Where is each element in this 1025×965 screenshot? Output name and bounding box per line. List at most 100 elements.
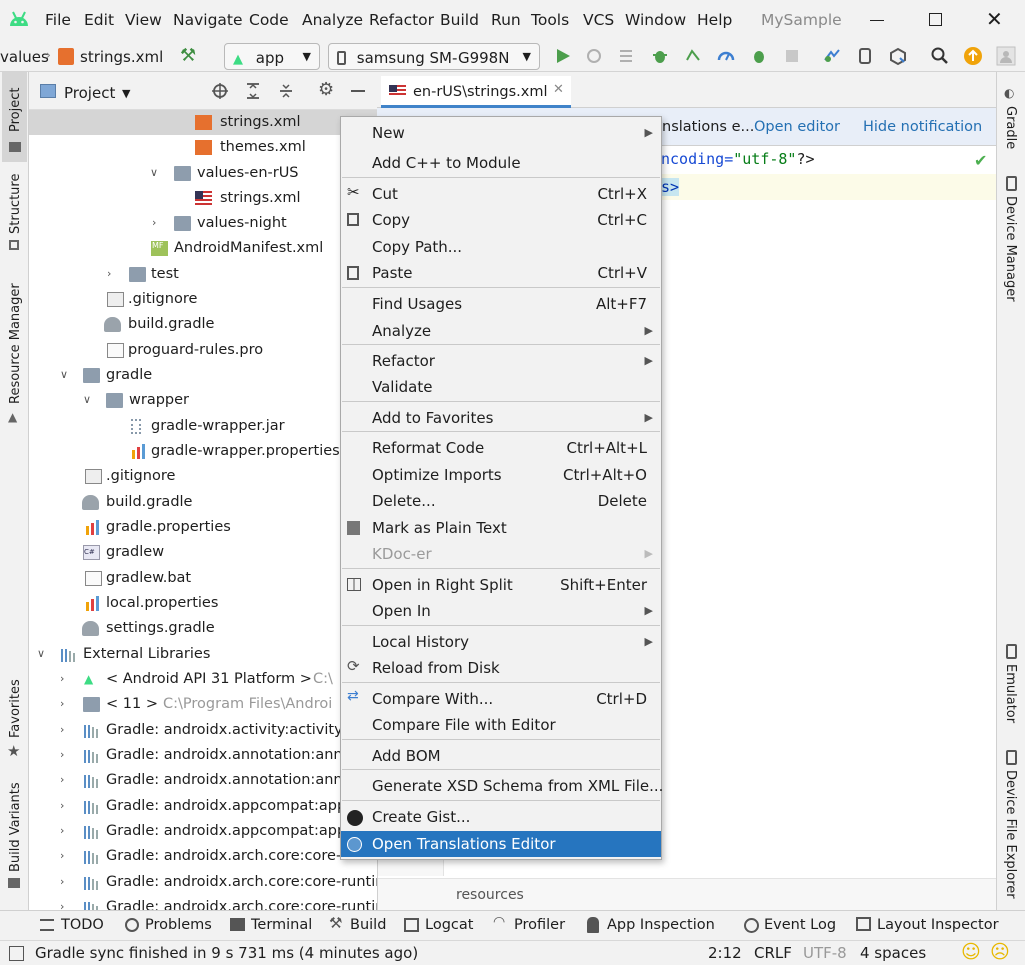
chevron-down-icon[interactable]: ∨: [37, 647, 45, 660]
tree-item-themes-xml[interactable]: themes.xml: [29, 135, 377, 160]
happy-face-icon[interactable]: ☺: [961, 941, 981, 963]
tree-item-build-gradle[interactable]: build.gradle: [29, 312, 377, 337]
account-icon[interactable]: [996, 46, 1016, 66]
resource-manager-tool-tab[interactable]: Resource Manager: [8, 283, 23, 404]
close-icon[interactable]: ✕: [553, 82, 564, 97]
tree-item-library[interactable]: › Gradle: androidx.arch.core:core-runtim…: [29, 870, 377, 895]
device-manager-icon[interactable]: [855, 46, 875, 66]
tree-item-values-night[interactable]: › values-night: [29, 211, 377, 236]
sync-gradle-icon[interactable]: [822, 46, 842, 66]
favorites-tool-tab[interactable]: Favorites: [8, 679, 23, 738]
menu-build[interactable]: Build: [440, 11, 479, 29]
app-inspection-tab[interactable]: App Inspection: [607, 917, 715, 933]
tree-item-gitignore[interactable]: .gitignore: [29, 287, 377, 312]
emulator-tool-tab[interactable]: Emulator: [1003, 664, 1018, 723]
build-tab[interactable]: Build: [350, 917, 386, 933]
layout-inspector-tab[interactable]: Layout Inspector: [877, 917, 999, 933]
chevron-down-icon[interactable]: ∨: [150, 166, 158, 179]
tree-item-library[interactable]: › Gradle: androidx.activity:activity:1.2: [29, 718, 377, 743]
chevron-down-icon[interactable]: ▼: [122, 87, 130, 100]
menu-item-mark-plain-text[interactable]: Mark as Plain Text: [341, 515, 661, 541]
chevron-right-icon[interactable]: ›: [60, 849, 64, 862]
chevron-down-icon[interactable]: ∨: [60, 368, 68, 381]
tree-item-gradlew-bat[interactable]: gradlew.bat: [29, 566, 377, 591]
profile-icon[interactable]: [716, 46, 736, 66]
chevron-right-icon[interactable]: ›: [152, 216, 156, 229]
menu-item-local-history[interactable]: Local History ▶: [341, 629, 661, 655]
menu-run[interactable]: Run: [491, 11, 521, 29]
menu-item-add-bom[interactable]: Add BOM: [341, 743, 661, 769]
tree-item-library[interactable]: › Gradle: androidx.arch.core:core-runtim…: [29, 895, 377, 910]
coverage-icon[interactable]: [683, 46, 703, 66]
close-icon[interactable]: ✕: [986, 7, 1003, 31]
menu-tools[interactable]: Tools: [531, 11, 569, 29]
editor-breadcrumb[interactable]: resources: [456, 887, 524, 903]
tree-item-manifest[interactable]: MF AndroidManifest.xml: [29, 236, 377, 261]
tree-item-wrapper-jar[interactable]: gradle-wrapper.jar: [29, 414, 377, 439]
menu-edit[interactable]: Edit: [84, 11, 114, 29]
hide-notification-link[interactable]: Hide notification: [863, 119, 982, 135]
menu-analyze[interactable]: Analyze: [302, 11, 363, 29]
menu-navigate[interactable]: Navigate: [173, 11, 243, 29]
tree-item-strings-xml[interactable]: strings.xml: [29, 110, 377, 135]
tree-item-gradle-folder[interactable]: ∨ gradle: [29, 363, 377, 388]
expand-all-icon[interactable]: [244, 82, 262, 100]
open-editor-link[interactable]: Open editor: [754, 119, 840, 135]
update-icon[interactable]: [963, 46, 983, 66]
tree-item-library[interactable]: › Gradle: androidx.arch.core:core-comm: [29, 844, 377, 869]
device-select[interactable]: samsung SM-G998N ▼: [328, 43, 540, 70]
todo-tab[interactable]: TODO: [61, 917, 104, 933]
caret-position[interactable]: 2:12: [708, 944, 742, 962]
chevron-down-icon[interactable]: ∨: [83, 393, 91, 406]
tree-item-android-api[interactable]: › ▲ < Android API 31 Platform > C:\: [29, 667, 377, 692]
menu-item-paste[interactable]: Paste Ctrl+V: [341, 260, 661, 286]
indent-setting[interactable]: 4 spaces: [860, 944, 926, 962]
menu-window[interactable]: Window: [625, 11, 686, 29]
tree-item-library[interactable]: › Gradle: androidx.annotation:annota: [29, 768, 377, 793]
search-icon[interactable]: [930, 46, 950, 66]
menu-item-refactor[interactable]: Refactor ▶: [341, 348, 661, 374]
tree-item-root-build-gradle[interactable]: build.gradle: [29, 490, 377, 515]
tree-item-proguard[interactable]: proguard-rules.pro: [29, 338, 377, 363]
sad-face-icon[interactable]: ☹: [990, 941, 1010, 963]
tree-item-jdk[interactable]: › < 11 > C:\Program Files\Androi: [29, 692, 377, 717]
run-config-select[interactable]: ▲ app ▼: [224, 43, 320, 70]
tab-en-strings-xml[interactable]: en-rUS\strings.xml ✕: [381, 76, 571, 108]
tree-item-library[interactable]: › Gradle: androidx.annotation:annota: [29, 743, 377, 768]
menu-item-new[interactable]: New ▶: [341, 120, 661, 146]
menu-item-copy[interactable]: Copy Ctrl+C: [341, 207, 661, 233]
apply-changes-icon[interactable]: [584, 46, 604, 66]
stop-icon[interactable]: [782, 46, 802, 66]
terminal-tab[interactable]: Terminal: [251, 917, 312, 933]
chevron-right-icon[interactable]: ›: [60, 672, 64, 685]
menu-item-delete[interactable]: Delete... Delete: [341, 488, 661, 514]
menu-item-open-in[interactable]: Open In ▶: [341, 598, 661, 624]
hide-panel-icon[interactable]: [351, 90, 365, 92]
structure-tool-tab[interactable]: Structure: [8, 174, 23, 234]
chevron-right-icon[interactable]: ›: [60, 799, 64, 812]
menu-item-reload[interactable]: ⟳ Reload from Disk: [341, 655, 661, 681]
locate-file-icon[interactable]: [211, 82, 229, 100]
project-tool-tab[interactable]: Project: [8, 88, 23, 132]
menu-help[interactable]: Help: [697, 11, 732, 29]
menu-vcs[interactable]: VCS: [583, 11, 614, 29]
maximize-icon[interactable]: [929, 13, 942, 26]
file-encoding[interactable]: UTF-8: [803, 944, 847, 962]
menu-item-copy-path[interactable]: Copy Path...: [341, 234, 661, 260]
menu-item-analyze[interactable]: Analyze ▶: [341, 318, 661, 344]
debug-icon[interactable]: [650, 46, 670, 66]
menu-refactor[interactable]: Refactor: [369, 11, 434, 29]
tree-item-root-gitignore[interactable]: .gitignore: [29, 464, 377, 489]
tree-item-gradle-properties[interactable]: gradle.properties: [29, 515, 377, 540]
chevron-right-icon[interactable]: ›: [60, 900, 64, 910]
logcat-tab[interactable]: Logcat: [425, 917, 473, 933]
chevron-right-icon[interactable]: ›: [60, 748, 64, 761]
event-log-tab[interactable]: Event Log: [764, 917, 836, 933]
tree-item-settings-gradle[interactable]: settings.gradle: [29, 616, 377, 641]
menu-item-find-usages[interactable]: Find Usages Alt+F7: [341, 291, 661, 317]
menu-item-optimize-imports[interactable]: Optimize Imports Ctrl+Alt+O: [341, 462, 661, 488]
build-variants-tool-tab[interactable]: Build Variants: [8, 782, 23, 872]
tree-item-wrapper-properties[interactable]: gradle-wrapper.properties: [29, 439, 377, 464]
menu-item-add-cpp[interactable]: Add C++ to Module: [341, 150, 661, 176]
tree-item-values-en-rus[interactable]: ∨ values-en-rUS: [29, 161, 377, 186]
